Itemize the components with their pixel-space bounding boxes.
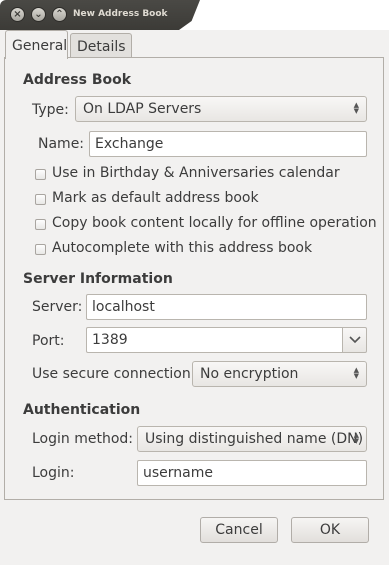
name-label: Name: — [38, 136, 85, 152]
secure-connection-combo[interactable]: No encryption ▲ ▼ — [192, 361, 367, 387]
server-field[interactable]: localhost — [86, 294, 367, 320]
option-label: Use in Birthday & Anniversaries calendar — [52, 165, 340, 181]
type-label: Type: — [32, 102, 69, 118]
combo-arrows-icon: ▲ ▼ — [353, 366, 359, 380]
option-label: Mark as default address book — [52, 190, 259, 206]
login-field[interactable]: username — [137, 460, 367, 486]
type-combo-value: On LDAP Servers — [83, 101, 202, 117]
secure-connection-label: Use secure connection: — [32, 366, 196, 382]
port-dropdown-button[interactable] — [342, 327, 367, 353]
cancel-button[interactable]: Cancel — [200, 517, 278, 543]
checkbox[interactable] — [35, 194, 46, 205]
type-combo[interactable]: On LDAP Servers ▲ ▼ — [75, 96, 367, 122]
checkbox[interactable] — [35, 169, 46, 180]
option-label: Autocomplete with this address book — [52, 240, 313, 256]
section-server-information: Server Information — [23, 271, 173, 287]
tab-general[interactable]: General — [5, 30, 68, 59]
title-bar: × ⌄ ⌃ New Address Book — [0, 0, 389, 30]
section-address-book: Address Book — [23, 72, 132, 88]
minimize-icon[interactable]: ⌄ — [31, 7, 46, 22]
checkbox[interactable] — [35, 219, 46, 230]
close-icon[interactable]: × — [10, 7, 25, 22]
login-method-label: Login method: — [32, 431, 134, 447]
window-title: New Address Book — [73, 9, 168, 19]
dialog-window: × ⌄ ⌃ New Address Book Details General A… — [0, 0, 389, 565]
maximize-icon[interactable]: ⌃ — [52, 7, 67, 22]
server-label: Server: — [32, 299, 83, 315]
secure-connection-value: No encryption — [200, 366, 299, 382]
combo-arrows-icon: ▲ ▼ — [353, 101, 359, 115]
ok-button[interactable]: OK — [291, 517, 369, 543]
login-method-combo[interactable]: Using distinguished name (DN) ▲ ▼ — [137, 426, 367, 452]
login-label: Login: — [32, 465, 75, 481]
section-authentication: Authentication — [23, 402, 141, 418]
tab-details[interactable]: Details — [70, 33, 132, 58]
chevron-down-icon — [349, 336, 361, 344]
checkbox[interactable] — [35, 244, 46, 255]
port-field[interactable]: 1389 — [86, 327, 343, 353]
combo-arrows-icon: ▲ ▼ — [353, 431, 359, 445]
option-label: Copy book content locally for offline op… — [52, 215, 377, 231]
login-method-value: Using distinguished name (DN) — [145, 431, 364, 447]
port-label: Port: — [32, 333, 65, 349]
name-field[interactable]: Exchange — [89, 131, 367, 157]
